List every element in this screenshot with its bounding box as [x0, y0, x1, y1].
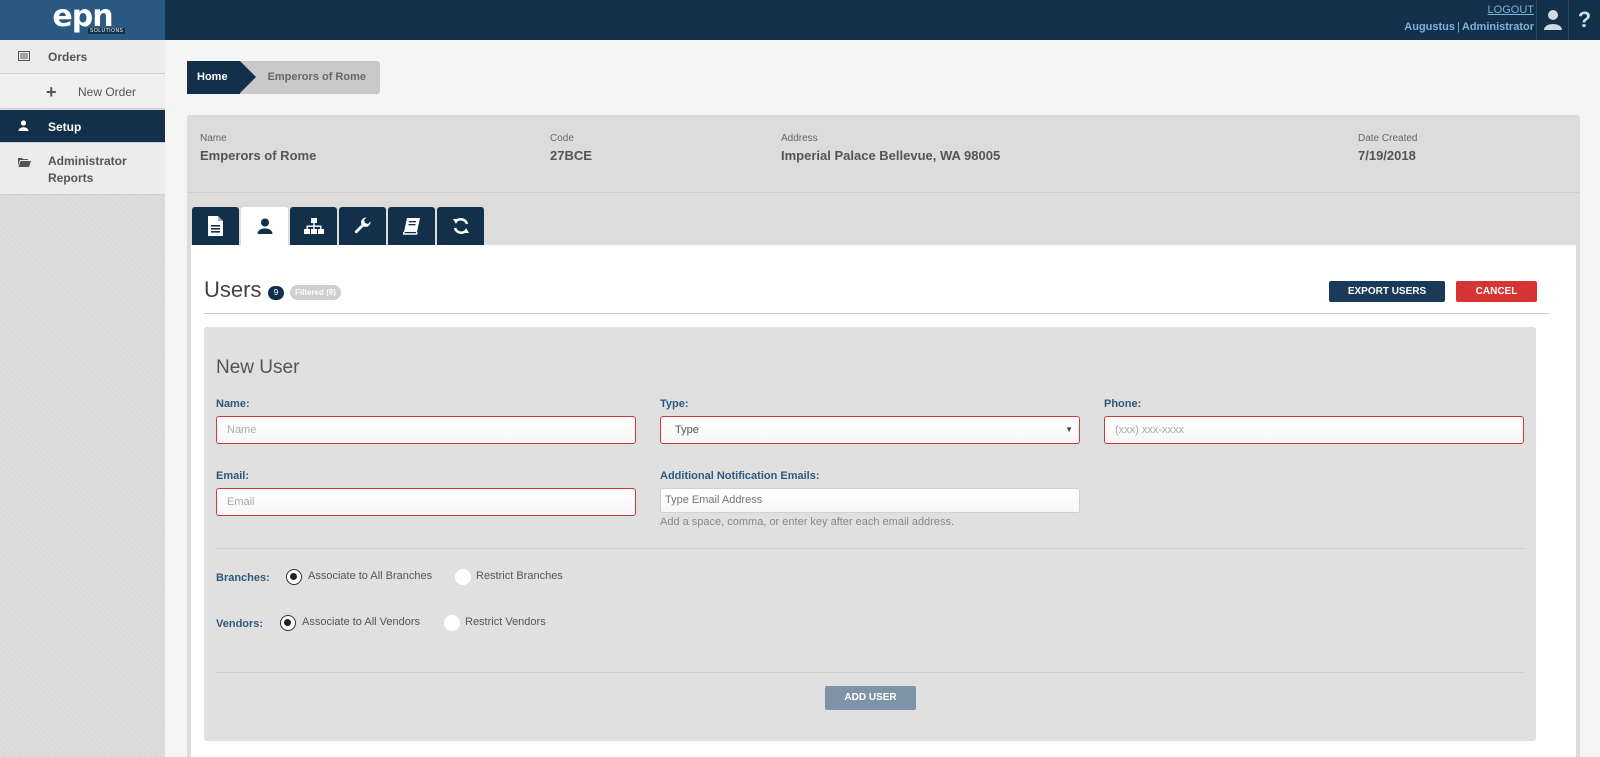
account-date-created: Date Created 7/19/2018: [1358, 133, 1417, 163]
top-bar: epn SOLUTIONS LOGOUT Augustus | Administra…: [0, 0, 1600, 40]
wrench-icon: [354, 217, 371, 234]
tab-details[interactable]: [192, 207, 239, 245]
sidebar-item-label: Administrator Reports: [48, 154, 127, 185]
sidebar-item-administrator-reports[interactable]: Administrator Reports: [0, 143, 165, 195]
account-date-label: Date Created: [1358, 133, 1418, 144]
vendors-restrict-label[interactable]: Restrict Vendors: [465, 616, 546, 628]
divider: [204, 313, 1549, 314]
vendors-restrict-radio[interactable]: [444, 615, 460, 631]
tab-settings[interactable]: [339, 207, 386, 245]
vendors-all-radio[interactable]: [280, 615, 296, 631]
document-icon: [208, 216, 223, 236]
email-label: Email:: [216, 470, 250, 482]
name-field[interactable]: Name: [216, 416, 636, 444]
chevron-down-icon: ▼: [1065, 425, 1073, 434]
account-name-value: Emperors of Rome: [200, 148, 317, 163]
type-label: Type:: [660, 398, 689, 410]
user-block: LOGOUT Augustus | Administrator: [1404, 4, 1534, 33]
add-user-button[interactable]: ADD USER: [825, 686, 916, 710]
filtered-badge[interactable]: Filtered (9): [290, 285, 341, 300]
cancel-button[interactable]: CANCEL: [1456, 281, 1537, 302]
logo[interactable]: epn SOLUTIONS: [0, 0, 165, 40]
tab-users[interactable]: [241, 207, 288, 245]
breadcrumb-home[interactable]: Home: [187, 61, 255, 94]
divider: [187, 192, 1580, 193]
user-icon: [18, 120, 29, 134]
notification-emails-hint: Add a space, comma, or enter key after e…: [660, 516, 955, 528]
type-select[interactable]: Type ▼: [660, 416, 1080, 444]
branches-label: Branches:: [216, 572, 270, 584]
divider: [216, 548, 1524, 549]
account-address: Address Imperial Palace Bellevue, WA 980…: [781, 133, 1000, 163]
setup-tabs: [192, 207, 486, 245]
account-code-value: 27BCE: [550, 148, 592, 163]
logout-link[interactable]: LOGOUT: [1404, 4, 1534, 16]
user-icon: [257, 218, 272, 234]
export-users-button[interactable]: EXPORT USERS: [1329, 281, 1445, 302]
notification-emails-input[interactable]: Type Email Address: [660, 488, 1080, 513]
page-title: Users: [204, 277, 262, 302]
account-address-label: Address: [781, 133, 818, 144]
phone-field[interactable]: (xxx) xxx-xxxx: [1104, 416, 1524, 444]
notification-emails-label: Additional Notification Emails:: [660, 470, 820, 482]
name-label: Name:: [216, 398, 250, 410]
profile-icon[interactable]: [1536, 0, 1568, 40]
help-icon[interactable]: ?: [1568, 0, 1600, 40]
logo-subtext: SOLUTIONS: [88, 28, 126, 34]
sidebar-item-orders[interactable]: Orders: [0, 40, 165, 74]
tab-catalog[interactable]: [388, 207, 435, 245]
user-name[interactable]: Augustus: [1404, 21, 1455, 33]
sidebar-item-label: Orders: [48, 50, 88, 64]
account-panel: Name Emperors of Rome Code 27BCE Address…: [187, 115, 1580, 757]
account-date-value: 7/19/2018: [1358, 148, 1416, 163]
breadcrumb-current: Emperors of Rome: [239, 61, 380, 94]
account-name-label: Name: [200, 133, 227, 144]
refresh-icon: [452, 218, 469, 234]
user-separator: |: [1457, 21, 1460, 33]
tab-hierarchy[interactable]: [290, 207, 337, 245]
sidebar-item-label: Setup: [48, 120, 82, 134]
account-name: Name Emperors of Rome: [200, 133, 316, 163]
breadcrumb: Home Emperors of Rome: [187, 61, 380, 94]
sidebar-item-label: New Order: [78, 85, 137, 99]
vendors-label: Vendors:: [216, 618, 264, 630]
new-user-form: New User Name: Name Type: Type ▼ Phone: …: [204, 327, 1536, 741]
vendors-all-label[interactable]: Associate to All Vendors: [302, 616, 420, 628]
type-select-value: Type: [675, 424, 699, 436]
account-code: Code 27BCE: [550, 133, 592, 163]
users-count-badge: 9: [268, 286, 284, 300]
book-icon: [402, 218, 420, 235]
email-field[interactable]: Email: [216, 488, 636, 516]
orders-list-icon: [18, 50, 30, 64]
branches-restrict-radio[interactable]: [455, 569, 471, 585]
account-address-value: Imperial Palace Bellevue, WA 98005: [781, 148, 1001, 163]
user-role[interactable]: Administrator: [1462, 21, 1534, 33]
form-title: New User: [216, 357, 300, 378]
branches-all-label[interactable]: Associate to All Branches: [308, 570, 432, 582]
plus-icon: +: [46, 82, 57, 102]
divider: [216, 672, 1524, 673]
sidebar-item-setup[interactable]: Setup: [0, 110, 165, 143]
branches-restrict-label[interactable]: Restrict Branches: [476, 570, 563, 582]
folder-open-icon: [18, 155, 31, 172]
users-content: Users 9 Filtered (9) EXPORT USERS CANCEL…: [191, 245, 1576, 757]
sitemap-icon: [303, 217, 324, 234]
sidebar: Orders + New Order Setup Administrator R…: [0, 40, 165, 757]
account-code-label: Code: [550, 133, 574, 144]
sidebar-item-new-order[interactable]: + New Order: [0, 74, 165, 109]
phone-label: Phone:: [1104, 398, 1142, 410]
tab-sync[interactable]: [437, 207, 484, 245]
branches-all-radio[interactable]: [286, 569, 302, 585]
